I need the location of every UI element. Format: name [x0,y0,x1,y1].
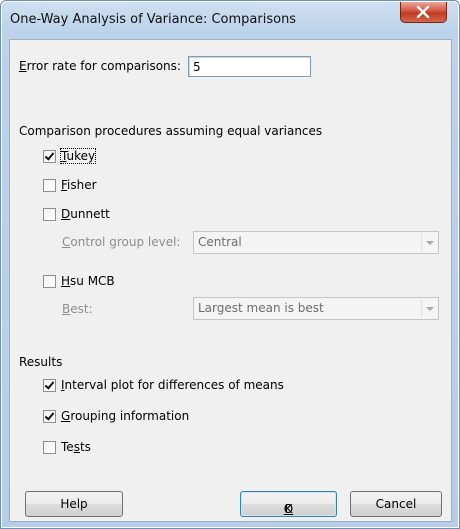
error-rate-input[interactable]: 5 [188,56,311,77]
interval-plot-label[interactable]: Interval plot for differences of means [61,378,284,392]
interval-plot-checkbox[interactable] [43,379,56,392]
chevron-down-icon [421,299,437,318]
hsu-mcb-checkbox[interactable] [43,275,56,288]
tukey-label[interactable]: Tukey [59,148,97,164]
title-bar: One-Way Analysis of Variance: Comparison… [1,1,459,39]
tukey-checkbox[interactable] [43,150,56,163]
dialog-body: Error rate for comparisons: 5 Comparison… [9,39,452,522]
hsu-mcb-label[interactable]: Hsu MCB [61,274,115,288]
fisher-label[interactable]: Fisher [61,178,97,192]
help-button[interactable]: Help [25,491,123,517]
control-group-select[interactable]: Central [193,231,439,254]
dunnett-checkbox[interactable] [43,208,56,221]
close-icon [416,6,430,18]
results-heading: Results [19,355,63,369]
best-label: Best: [62,302,93,316]
grouping-info-checkbox[interactable] [43,410,56,423]
control-group-label: Control group level: [62,235,181,249]
fisher-checkbox[interactable] [43,179,56,192]
grouping-info-label[interactable]: Grouping information [61,409,189,423]
error-rate-label: Error rate for comparisons: [19,59,181,73]
best-select[interactable]: Largest mean is best [193,297,439,320]
ok-button[interactable]: OK [240,491,337,517]
cancel-button[interactable]: Cancel [350,491,442,517]
chevron-down-icon [421,233,437,252]
tests-checkbox[interactable] [43,441,56,454]
tests-label[interactable]: Tests [61,440,91,454]
window-title: One-Way Analysis of Variance: Comparison… [10,12,297,27]
equal-variances-heading: Comparison procedures assuming equal var… [19,124,323,138]
dunnett-label[interactable]: Dunnett [61,207,110,221]
close-button[interactable] [400,2,447,23]
dialog-window: One-Way Analysis of Variance: Comparison… [0,0,460,529]
